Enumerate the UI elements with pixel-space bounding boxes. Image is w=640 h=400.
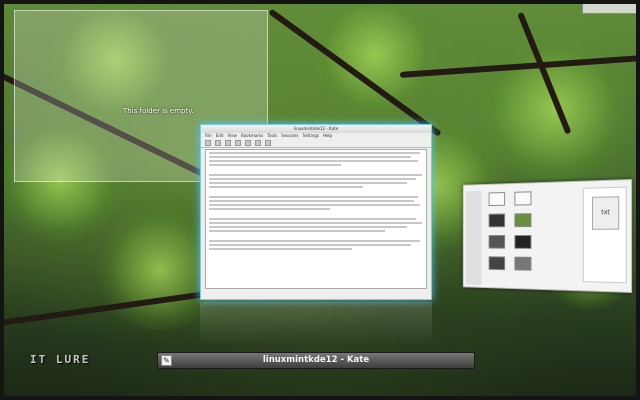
menu-settings[interactable]: Settings [303,133,319,139]
file-thumbnail[interactable] [514,256,532,271]
dolphin-info-panel: txt [582,186,627,284]
kate-window[interactable]: linuxmintkde12 - Kate File Edit View Boo… [200,124,432,300]
text-line [209,208,330,210]
text-line [209,200,414,202]
undo-icon[interactable] [255,140,261,146]
menu-edit[interactable]: Edit [216,133,224,139]
text-line [209,218,416,220]
text-line [209,182,407,184]
menu-tools[interactable]: Tools [267,133,277,139]
file-thumbnail[interactable] [514,213,532,228]
text-line [209,204,421,206]
text-line [209,244,412,246]
text-line [209,156,412,158]
dolphin-places-panel[interactable] [465,190,482,286]
text-line [209,178,416,180]
taskbar-window-title: linuxmintkde12 - Kate [262,355,370,365]
text-line [209,240,421,242]
it-lure-logo: IT LURE [30,353,91,366]
kate-titlebar[interactable]: linuxmintkde12 - Kate [201,125,431,133]
text-line [209,186,363,188]
redo-icon[interactable] [265,140,271,146]
taskbar-active-window[interactable]: ✎ linuxmintkde12 - Kate [157,352,475,369]
kate-document-area[interactable] [205,149,427,289]
close-icon[interactable] [245,140,251,146]
wallpaper-foliage-4 [300,0,450,110]
folder-empty-message: This folder is empty. [123,107,194,115]
text-line [209,160,418,162]
menu-view[interactable]: View [227,133,237,139]
save-as-icon[interactable] [235,140,241,146]
file-thumbnail[interactable] [488,192,506,207]
text-line [209,222,423,224]
text-line [209,152,421,154]
dolphin-window[interactable]: txt [462,179,633,293]
file-thumbnail[interactable] [488,213,506,228]
menu-help[interactable]: Help [323,133,332,139]
new-icon[interactable] [205,140,211,146]
menu-file[interactable]: File [205,133,212,139]
text-line [209,226,407,228]
text-line [209,174,423,176]
top-right-widget[interactable] [582,0,638,14]
save-icon[interactable] [225,140,231,146]
text-line [209,196,418,198]
text-line [209,164,341,166]
text-file-icon: txt [591,196,620,230]
file-thumbnail[interactable] [514,191,532,206]
kate-toolbar [201,139,431,148]
file-thumbnail[interactable] [488,235,506,249]
open-icon[interactable] [215,140,221,146]
menu-bookmarks[interactable]: Bookmarks [241,133,263,139]
desktop: This folder is empty. linuxmintkde12 - K… [0,0,640,400]
text-line [209,230,385,232]
window-reflection [200,302,432,346]
file-thumbnail[interactable] [488,256,506,271]
text-line [209,248,352,250]
menu-sessions[interactable]: Sessions [281,133,298,139]
file-thumbnail[interactable] [514,235,532,249]
